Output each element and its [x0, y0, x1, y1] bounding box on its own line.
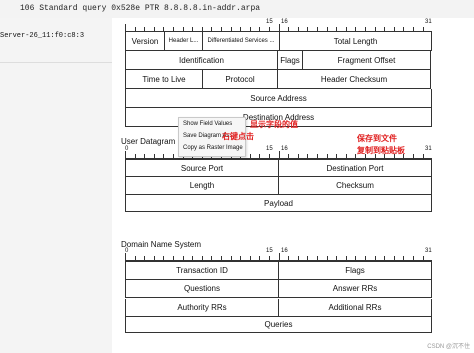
pane-divider	[0, 62, 112, 63]
annotation-right-click: 右键点击	[222, 132, 254, 141]
field-fragment-offset[interactable]: Fragment Offset	[302, 51, 431, 70]
field-answer-rrs[interactable]: Answer RRs	[278, 280, 432, 298]
field-dscp[interactable]: Differentiated Services ...	[202, 32, 280, 51]
field-additional-rrs[interactable]: Additional RRs	[278, 299, 432, 317]
field-flags[interactable]: Flags	[277, 51, 303, 70]
ruler-tick	[125, 253, 126, 261]
ip-bit-ruler: 15 16 31	[125, 19, 432, 32]
udp-row-2: Length Checksum	[125, 177, 432, 195]
udp-row-3: Payload	[125, 195, 432, 212]
field-protocol[interactable]: Protocol	[202, 70, 278, 89]
menu-item-show-field-values[interactable]: Show Field Values	[179, 118, 245, 130]
field-questions[interactable]: Questions	[125, 280, 279, 298]
field-header-checksum[interactable]: Header Checksum	[277, 70, 431, 89]
annotation-show: 显示字段的值	[250, 120, 298, 129]
dns-bit-ruler: 0 15 16 31	[125, 248, 432, 261]
ip-row-4: Source Address	[125, 89, 432, 108]
packet-list-header: 106 Standard query 0x528e PTR 8.8.8.8.in…	[0, 0, 474, 18]
field-total-length[interactable]: Total Length	[279, 32, 432, 51]
field-identification[interactable]: Identification	[125, 51, 278, 70]
ip-row-3: Time to Live Protocol Header Checksum	[125, 70, 432, 89]
ruler-tick	[125, 24, 126, 32]
selected-tree-item[interactable]: Server-26_11:f0:c8:3	[0, 30, 112, 42]
packet-diagram: 15 16 31 Version Header L... Differentia…	[112, 18, 474, 353]
dns-row-2: Questions Answer RRs	[125, 280, 432, 298]
packet-details-pane: Server-26_11:f0:c8:3	[0, 18, 112, 353]
ruler-tick	[279, 24, 280, 32]
field-version[interactable]: Version	[125, 32, 165, 51]
field-queries[interactable]: Queries	[125, 317, 432, 333]
dns-row-1: Transaction ID Flags	[125, 261, 432, 280]
field-ttl[interactable]: Time to Live	[125, 70, 203, 89]
ruler-tick	[125, 151, 126, 159]
field-source-address[interactable]: Source Address	[125, 89, 432, 108]
ip-row-2: Identification Flags Fragment Offset	[125, 51, 432, 70]
ruler-tick	[279, 253, 280, 261]
annotation-copy: 复制到粘贴板	[357, 146, 405, 155]
ip-row-1: Version Header L... Differentiated Servi…	[125, 32, 432, 51]
field-payload[interactable]: Payload	[125, 195, 432, 212]
field-udp-length[interactable]: Length	[125, 177, 279, 195]
field-authority-rrs[interactable]: Authority RRs	[125, 299, 279, 317]
dns-row-4: Queries	[125, 317, 432, 333]
field-header-length[interactable]: Header L...	[164, 32, 203, 51]
field-transaction-id[interactable]: Transaction ID	[125, 262, 279, 280]
annotation-save: 保存到文件	[357, 134, 397, 143]
dns-title: Domain Name System	[121, 240, 202, 249]
watermark: CSDN @沉不住	[427, 344, 470, 350]
field-udp-checksum[interactable]: Checksum	[278, 177, 432, 195]
field-source-port[interactable]: Source Port	[125, 160, 279, 177]
field-destination-port[interactable]: Destination Port	[278, 160, 432, 177]
ruler-tick	[279, 151, 280, 159]
menu-item-copy-raster[interactable]: Copy as Raster Image	[179, 142, 245, 154]
field-dns-flags[interactable]: Flags	[278, 262, 432, 280]
packet-summary: 106 Standard query 0x528e PTR 8.8.8.8.in…	[20, 4, 261, 13]
dns-row-3: Authority RRs Additional RRs	[125, 299, 432, 317]
udp-row-1: Source Port Destination Port	[125, 159, 432, 177]
